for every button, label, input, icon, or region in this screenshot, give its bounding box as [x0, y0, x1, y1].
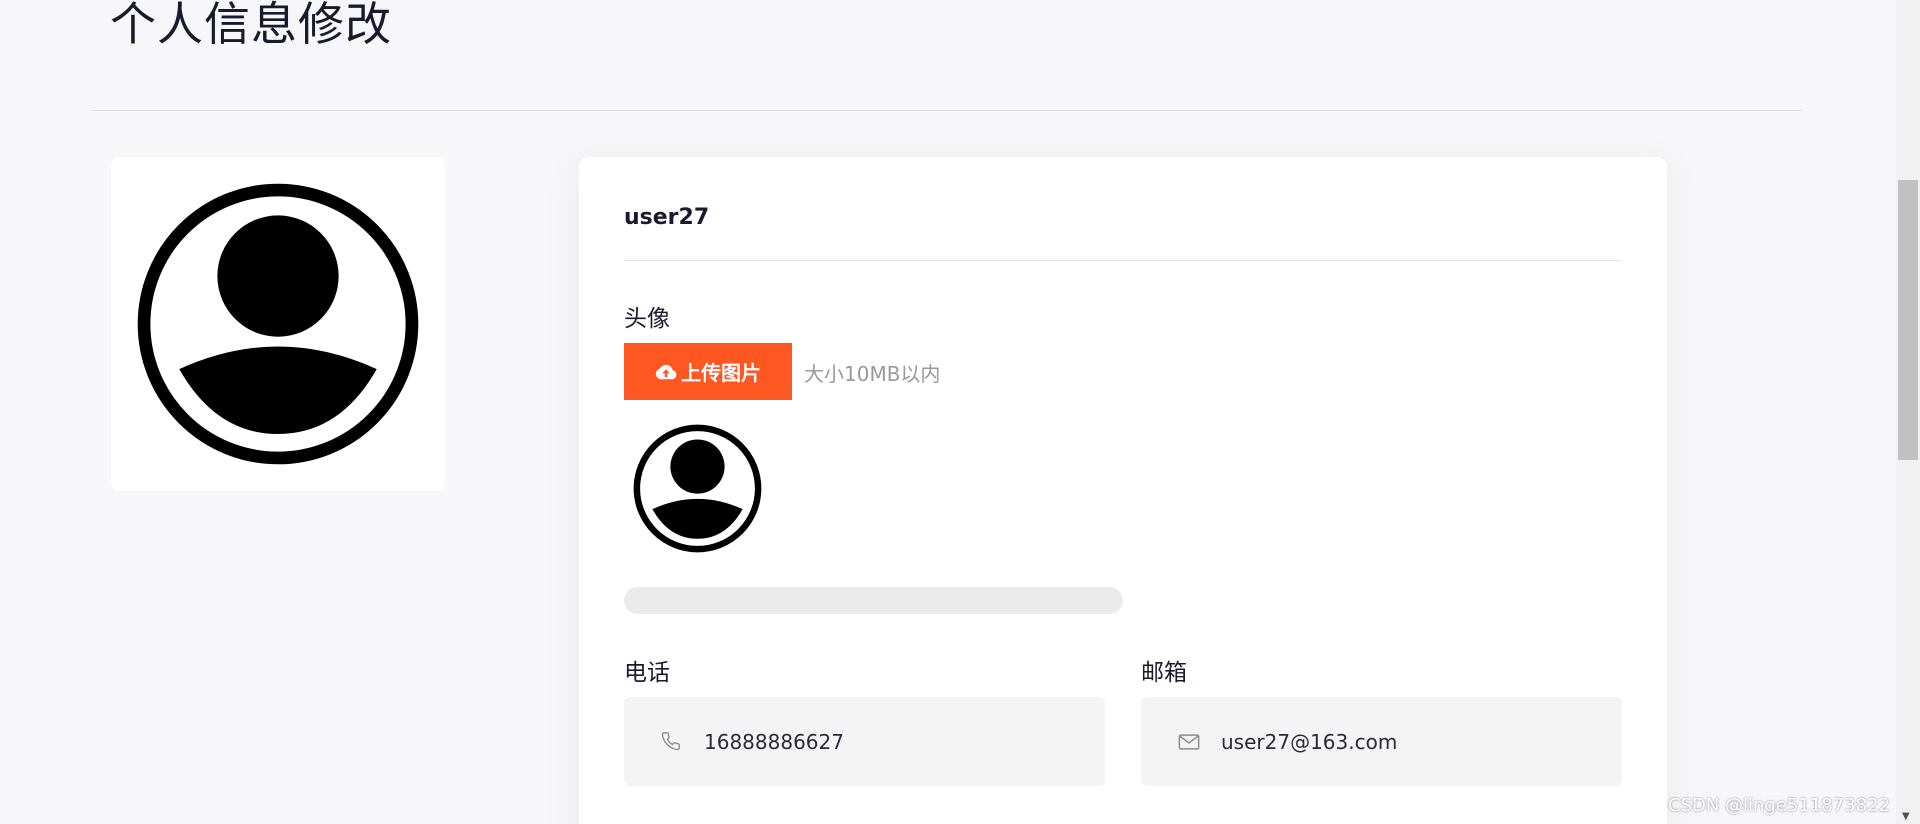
upload-button-label: 上传图片: [681, 361, 761, 385]
phone-icon: [660, 730, 684, 754]
phone-field: [624, 697, 1105, 786]
phone-input[interactable]: [704, 729, 1084, 754]
mail-icon: [1177, 730, 1201, 754]
user-circle-icon: [137, 183, 419, 465]
phone-label: 电话: [624, 660, 670, 686]
title-divider: [92, 110, 1803, 111]
email-field: [1141, 697, 1622, 786]
watermark: CSDN @linge511873822: [1667, 795, 1890, 816]
avatar-card: [111, 157, 445, 491]
profile-form-card: user27 头像 上传图片 大小10MB以内 电话 邮箱: [579, 157, 1667, 824]
card-divider: [624, 260, 1622, 261]
page-scrollbar[interactable]: ▼: [1896, 0, 1920, 824]
cloud-upload-icon: [655, 364, 677, 379]
avatar-preview-image: [633, 424, 762, 553]
username: user27: [624, 205, 710, 230]
email-label: 邮箱: [1141, 660, 1187, 686]
avatar-label: 头像: [624, 306, 670, 332]
upload-image-button[interactable]: 上传图片: [624, 343, 792, 400]
email-input[interactable]: [1221, 729, 1601, 754]
upload-progress-bar: [624, 587, 1123, 614]
upload-size-hint: 大小10MB以内: [804, 362, 941, 386]
scrollbar-thumb[interactable]: [1898, 180, 1918, 460]
scroll-down-arrow-icon[interactable]: ▼: [1902, 811, 1910, 822]
page-title: 个人信息修改: [110, 0, 392, 51]
